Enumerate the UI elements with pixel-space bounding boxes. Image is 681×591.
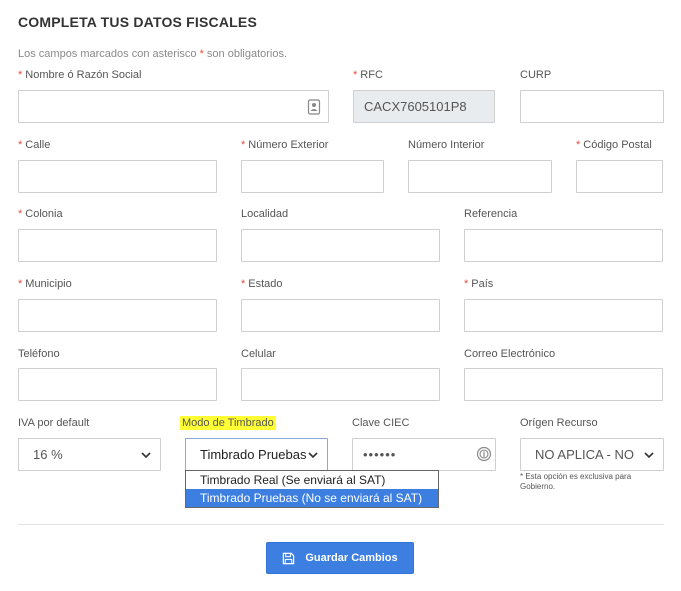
label-num-ext-text: Número Exterior (248, 139, 329, 151)
ciec-password-input[interactable] (352, 438, 496, 471)
label-rfc: * RFC (353, 69, 383, 81)
origen-hint: * Esta opción es exclusiva para Gobierno… (520, 472, 632, 491)
label-calle-text: Calle (25, 139, 51, 151)
contact-card-icon (307, 99, 321, 115)
label-nombre: * Nombre ó Razón Social (18, 69, 141, 81)
label-nombre-text: Nombre ó Razón Social (25, 69, 142, 81)
fingerprint-icon[interactable] (476, 446, 492, 462)
required-star: * (18, 208, 23, 220)
num-int-input[interactable] (408, 160, 552, 193)
label-telefono: Teléfono (18, 348, 60, 360)
required-star: * (18, 278, 23, 290)
required-star: * (241, 278, 246, 290)
label-curp: CURP (520, 69, 552, 81)
label-origen: Orígen Recurso (520, 417, 598, 429)
required-star: * (464, 278, 469, 290)
iva-select-value: 16 % (33, 447, 63, 462)
label-calle: * Calle (18, 139, 50, 151)
required-star: * (18, 69, 23, 81)
label-colonia-text: Colonia (25, 208, 63, 220)
origen-select[interactable]: NO APLICA - NO (520, 438, 664, 471)
note-text-after: son obligatorios. (203, 48, 288, 60)
label-cp-text: Código Postal (583, 139, 652, 151)
label-num-int: Número Interior (408, 139, 485, 151)
save-icon (283, 552, 295, 564)
label-estado: * Estado (241, 278, 283, 290)
required-star: * (576, 139, 581, 151)
celular-input[interactable] (241, 368, 440, 401)
label-iva: IVA por default (18, 417, 90, 429)
label-rfc-text: RFC (360, 69, 383, 81)
label-cp: * Código Postal (576, 139, 652, 151)
telefono-input[interactable] (18, 368, 217, 401)
cp-input[interactable] (576, 160, 663, 193)
label-estado-text: Estado (248, 278, 283, 290)
divider (18, 524, 664, 525)
estado-input[interactable] (241, 299, 440, 332)
required-note: Los campos marcados con asterisco * son … (18, 48, 287, 60)
modo-option-pruebas[interactable]: Timbrado Pruebas (No se enviará al SAT) (186, 489, 438, 507)
label-celular: Celular (241, 348, 276, 360)
label-modo-highlight: Modo de Timbrado (180, 416, 276, 430)
label-pais: * País (464, 278, 493, 290)
calle-input[interactable] (18, 160, 217, 193)
origen-select-value: NO APLICA - NO (535, 447, 634, 462)
rfc-input (353, 90, 495, 123)
note-text-before: Los campos marcados con asterisco (18, 48, 200, 60)
label-ciec: Clave CIEC (352, 417, 410, 429)
iva-select[interactable]: 16 % (18, 438, 161, 471)
page-title: COMPLETA TUS DATOS FISCALES (18, 14, 257, 30)
label-correo: Correo Electrónico (464, 348, 556, 360)
label-referencia: Referencia (464, 208, 518, 220)
nombre-input[interactable] (18, 90, 329, 123)
save-button-label: Guardar Cambios (305, 552, 398, 564)
chevron-down-icon (644, 451, 654, 458)
modo-select-value: Timbrado Pruebas (200, 447, 306, 462)
label-colonia: * Colonia (18, 208, 63, 220)
label-num-ext: * Número Exterior (241, 139, 328, 151)
label-municipio: * Municipio (18, 278, 72, 290)
required-star: * (241, 139, 246, 151)
referencia-input[interactable] (464, 229, 663, 262)
save-button[interactable]: Guardar Cambios (266, 542, 414, 574)
label-modo: Modo de Timbrado (180, 416, 276, 430)
localidad-input[interactable] (241, 229, 440, 262)
curp-input[interactable] (520, 90, 664, 123)
modo-option-real[interactable]: Timbrado Real (Se enviará al SAT) (186, 471, 438, 489)
colonia-input[interactable] (18, 229, 217, 262)
required-star: * (353, 69, 358, 81)
correo-input[interactable] (464, 368, 663, 401)
municipio-input[interactable] (18, 299, 217, 332)
modo-select[interactable]: Timbrado Pruebas (185, 438, 328, 471)
chevron-down-icon (308, 451, 318, 458)
label-municipio-text: Municipio (25, 278, 72, 290)
label-localidad: Localidad (241, 208, 289, 220)
required-star: * (18, 139, 23, 151)
modo-dropdown-list: Timbrado Real (Se enviará al SAT) Timbra… (185, 470, 439, 508)
num-ext-input[interactable] (241, 160, 384, 193)
pais-input[interactable] (464, 299, 663, 332)
chevron-down-icon (141, 451, 151, 458)
label-pais-text: País (471, 278, 494, 290)
